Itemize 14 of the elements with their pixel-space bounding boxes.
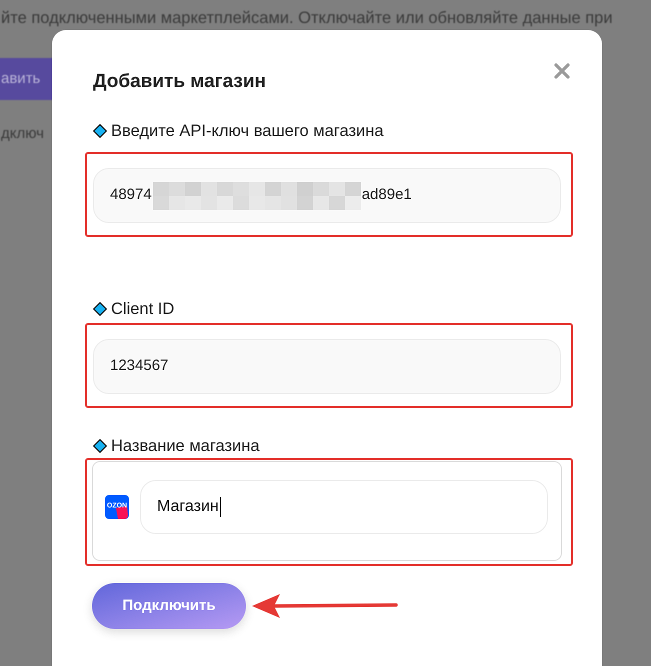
page-description: йте подключенными маркетплейсами. Отключайте или обновляйте данные при	[0, 9, 613, 28]
field-label: Название магазина	[111, 436, 260, 456]
field-label: Client ID	[111, 299, 174, 319]
close-button[interactable]	[552, 61, 572, 81]
text-input-field[interactable]: 1234567	[93, 339, 561, 394]
dialog-title: Добавить магазин	[93, 70, 267, 94]
close-icon	[554, 63, 570, 79]
text-input-field[interactable]: 48974 ad89e1	[93, 168, 561, 223]
diamond-bullet-icon	[93, 439, 107, 453]
field-label: Введите API-ключ вашего магазина	[111, 121, 384, 141]
page-text: дключ	[0, 126, 44, 142]
diamond-bullet-icon	[93, 302, 107, 316]
store-name-field[interactable]: Магазин	[140, 480, 548, 534]
diamond-bullet-icon	[93, 124, 107, 138]
